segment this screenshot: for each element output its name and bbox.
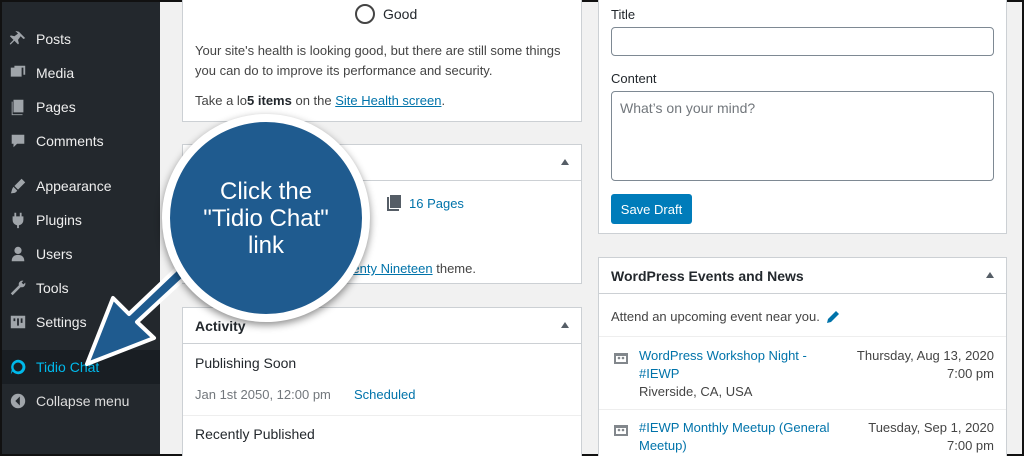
callout-line: Click the	[219, 177, 313, 205]
callout-line: "Tidio Chat"	[203, 204, 329, 232]
callout-bubble: Click the "Tidio Chat" link	[162, 114, 370, 322]
callout-line: link	[247, 231, 284, 259]
callout-arrow	[85, 252, 204, 366]
callout-text: Click the "Tidio Chat" link	[203, 178, 329, 259]
